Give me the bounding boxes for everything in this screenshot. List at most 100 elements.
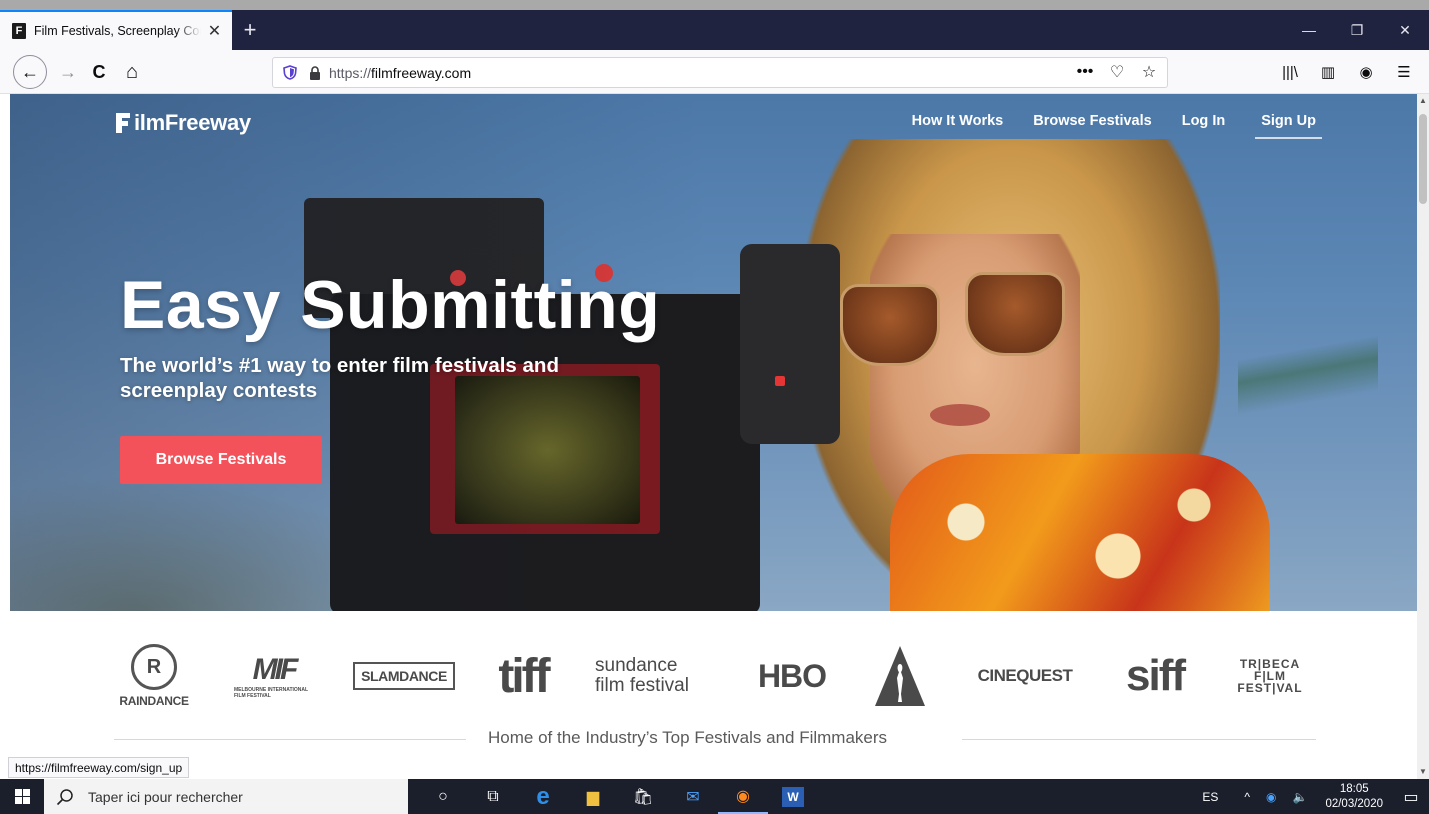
sundance-line-2: film festival [595, 675, 689, 696]
tagline-divider-right [962, 739, 1316, 740]
hero-photo-camera-button [775, 376, 785, 386]
clock-time: 18:05 [1339, 782, 1369, 795]
navigation-toolbar: ← → C ⌂ https://filmfreeway.com ••• ♡ ☆ … [0, 50, 1429, 94]
tab-title: Film Festivals, Screenplay Contests [34, 24, 201, 38]
sidebar-icon[interactable]: ▥ [1311, 56, 1345, 88]
nav-how-it-works[interactable]: How It Works [912, 113, 1004, 139]
url-prefix: https:// [329, 64, 372, 81]
siff-logo[interactable]: siff [1110, 641, 1200, 711]
sundance-line-1: sundance [595, 655, 678, 676]
miff-mark: MIF [252, 653, 299, 686]
tribeca-line-3: FEST|VAL [1237, 681, 1303, 695]
raindance-logo[interactable]: R RAINDANCE [114, 641, 194, 711]
tiff-logo[interactable]: tiff [488, 641, 558, 711]
back-button[interactable]: ← [13, 55, 47, 89]
page-scrollbar[interactable]: ▲ ▼ [1417, 94, 1429, 779]
browse-festivals-button[interactable]: Browse Festivals [120, 436, 322, 484]
edge-icon[interactable]: e [518, 779, 568, 814]
reload-button[interactable]: C [83, 56, 115, 88]
hero-photo-shirt [890, 454, 1270, 611]
raindance-wreath-icon: R [131, 644, 177, 690]
taskbar-search-box[interactable]: Taper ici pour rechercher [44, 779, 408, 814]
academy-awards-logo[interactable] [870, 641, 930, 711]
cortana-icon[interactable]: ○ [418, 779, 468, 814]
hero-subhead: The world’s #1 way to enter film festiva… [120, 354, 559, 402]
raindance-text: RAINDANCE [119, 694, 189, 708]
hero-photo-camera-side [740, 244, 840, 444]
tagline-divider-left [114, 739, 466, 740]
taskbar-apps: ○ ⧉ e ▆ 🛍 ✉ ◉ W [418, 779, 818, 814]
tray-chevron-icon[interactable]: ^ [1226, 790, 1258, 804]
url-domain: filmfreeway.com [371, 64, 472, 81]
sundance-logo[interactable]: sundance film festival [595, 641, 715, 711]
account-icon[interactable]: ◉ [1349, 56, 1383, 88]
notifications-icon[interactable]: ▭ [1393, 779, 1429, 814]
clock-date: 02/03/2020 [1325, 797, 1383, 810]
filmfreeway-logo-icon [116, 113, 130, 133]
nav-browse-festivals[interactable]: Browse Festivals [1033, 113, 1151, 139]
windows-taskbar: Taper ici pour rechercher ○ ⧉ e ▆ 🛍 ✉ ◉ … [0, 779, 1429, 814]
library-icon[interactable]: |||\ [1273, 56, 1307, 88]
word-icon[interactable]: W [768, 779, 818, 814]
clock[interactable]: 18:05 02/03/2020 [1315, 782, 1393, 812]
start-button[interactable] [0, 779, 44, 814]
cinequest-logo[interactable]: CINEQUEST [970, 641, 1080, 711]
pocket-icon[interactable]: ♡ [1107, 62, 1127, 82]
hero-photo-sunglasses-right [965, 272, 1065, 356]
volume-icon[interactable]: 🔈 [1284, 790, 1315, 804]
task-view-icon[interactable]: ⧉ [468, 779, 518, 814]
logo-text: ilmFreeway [134, 110, 251, 135]
tribeca-logo[interactable]: TR|BECA F|LM FEST|VAL [1225, 641, 1315, 711]
tracking-protection-shield-icon[interactable] [283, 65, 297, 80]
filmfreeway-logo[interactable]: ilmFreeway [114, 108, 251, 138]
word-icon-letter: W [782, 786, 804, 807]
scroll-thumb[interactable] [1419, 114, 1427, 204]
scroll-up-icon[interactable]: ▲ [1419, 96, 1427, 106]
restore-button[interactable]: ❐ [1333, 10, 1381, 50]
nav-sign-up[interactable]: Sign Up [1255, 113, 1322, 139]
firefox-icon[interactable]: ◉ [718, 779, 768, 814]
search-icon [56, 788, 73, 805]
hero-headline: Easy Submitting [120, 267, 661, 343]
slamdance-logo[interactable]: SLAMDANCE [353, 641, 455, 711]
forward-button[interactable]: → [52, 56, 84, 88]
oscar-statue-icon [875, 646, 925, 706]
partner-logos-strip: R RAINDANCE MIF MELBOURNE INTERNATIONAL … [10, 611, 1418, 779]
lock-icon[interactable] [309, 65, 321, 80]
tagline-text: Home of the Industry’s Top Festivals and… [488, 728, 888, 747]
hero-section: ilmFreeway How It Works Browse Festivals… [10, 94, 1418, 611]
window-top-border [0, 0, 1429, 10]
new-tab-button[interactable]: + [232, 10, 268, 50]
search-placeholder: Taper ici pour rechercher [88, 788, 243, 805]
language-indicator[interactable]: ES [1194, 790, 1226, 804]
close-window-button[interactable]: ✕ [1381, 10, 1429, 50]
windows-logo-icon [14, 789, 30, 804]
toolbar-right: |||\ ▥ ◉ ☰ [1273, 56, 1421, 88]
mail-icon[interactable]: ✉ [668, 779, 718, 814]
nav-log-in[interactable]: Log In [1182, 113, 1226, 139]
miff-subtitle: MELBOURNE INTERNATIONAL FILM FESTIVAL [234, 687, 308, 699]
url-actions: ••• ♡ ☆ [1075, 62, 1159, 82]
slamdance-text: SLAMDANCE [353, 662, 455, 690]
tab-close-icon[interactable]: ✕ [207, 21, 222, 41]
url-bar[interactable]: https://filmfreeway.com ••• ♡ ☆ [272, 57, 1168, 88]
miff-logo[interactable]: MIF MELBOURNE INTERNATIONAL FILM FESTIVA… [234, 641, 314, 711]
scroll-down-icon[interactable]: ▼ [1419, 767, 1427, 777]
hbo-logo[interactable]: HBO [752, 641, 832, 711]
store-icon[interactable]: 🛍 [618, 779, 668, 814]
hamburger-menu-icon[interactable]: ☰ [1387, 56, 1421, 88]
page-actions-more-icon[interactable]: ••• [1075, 63, 1095, 81]
site-nav: How It Works Browse Festivals Log In Sig… [912, 113, 1322, 139]
link-status-tooltip: https://filmfreeway.com/sign_up [8, 757, 190, 778]
system-tray: ES ^ ◉ 🔈 18:05 02/03/2020 ▭ [1194, 779, 1429, 814]
home-button[interactable]: ⌂ [116, 56, 148, 88]
file-explorer-icon[interactable]: ▆ [568, 779, 618, 814]
bookmark-star-icon[interactable]: ☆ [1139, 62, 1159, 82]
url-text[interactable]: https://filmfreeway.com [329, 65, 471, 81]
tab-bar: F Film Festivals, Screenplay Contests ✕ … [0, 10, 1429, 50]
network-icon[interactable]: ◉ [1258, 790, 1284, 804]
tab-filmfreeway[interactable]: F Film Festivals, Screenplay Contests ✕ [0, 10, 232, 50]
minimize-button[interactable]: — [1285, 10, 1333, 50]
hero-photo-sunglasses-left [840, 284, 940, 366]
filmfreeway-favicon-icon: F [12, 23, 26, 39]
